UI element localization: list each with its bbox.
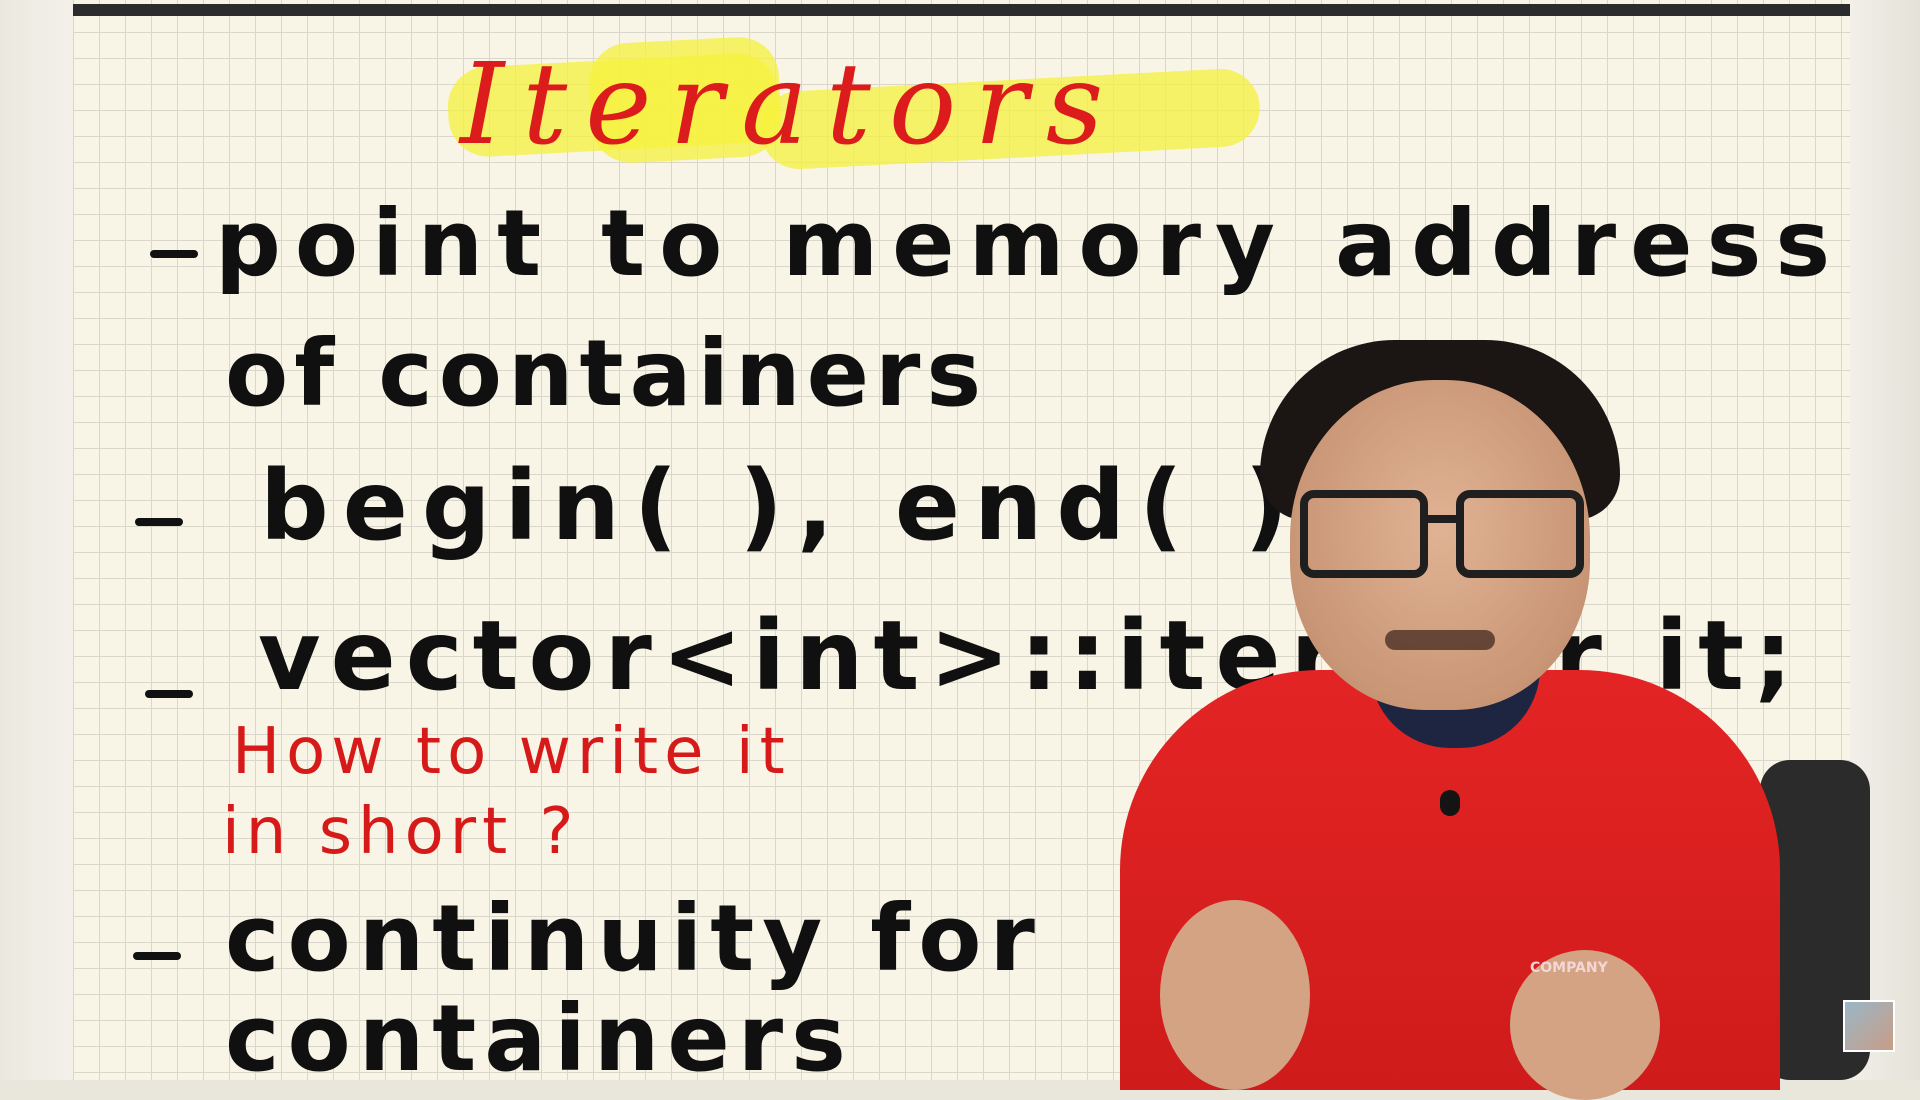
note-line-2: in short ?	[222, 795, 580, 869]
lapel-microphone	[1440, 790, 1460, 816]
bullet-dash	[133, 952, 181, 960]
glasses-right-lens	[1456, 490, 1584, 578]
point-1-line-2: of containers	[225, 320, 988, 427]
bullet-dash	[145, 690, 193, 698]
bullet-dash	[135, 518, 183, 526]
left-hand	[1160, 900, 1310, 1090]
mustache	[1385, 630, 1495, 650]
point-1-line-1: point to memory address	[215, 190, 1845, 297]
point-4-line-2: containers	[225, 985, 854, 1092]
note-line-1: How to write it	[232, 715, 791, 789]
channel-thumbnail-icon[interactable]	[1843, 1000, 1895, 1052]
glasses-left-lens	[1300, 490, 1428, 578]
point-4-line-1: continuity for	[225, 885, 1043, 992]
bullet-dash	[150, 250, 198, 258]
page-title: Iterators	[460, 40, 1122, 170]
glasses-bridge	[1428, 515, 1458, 523]
top-border-line	[73, 4, 1850, 16]
shirt-logo: COMPANY	[1530, 960, 1608, 976]
presenter: COMPANY	[1100, 340, 1870, 1100]
